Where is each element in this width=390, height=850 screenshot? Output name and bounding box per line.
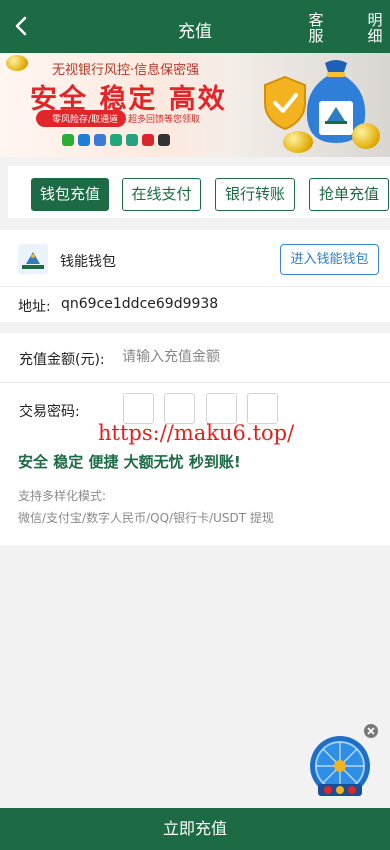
password-digit-box[interactable]: [206, 393, 237, 424]
usdt-icon: [126, 134, 138, 146]
slogan: 安全 稳定 便捷 大额无忧 秒到账!: [18, 453, 241, 471]
password-label: 交易密码:: [19, 404, 80, 420]
tab-grab-order-recharge[interactable]: 抢单充值: [309, 178, 389, 211]
wallet-card: 钱能钱包 进入钱能钱包 地址: qn69ce1ddce69d9938: [0, 230, 390, 322]
wallet-address: qn69ce1ddce69d9938: [61, 296, 219, 312]
recharge-form: 充值金额(元): 交易密码: https://maku6.top/ 安全 稳定 …: [0, 333, 390, 545]
wallet-logo: [18, 244, 48, 274]
payment-method-tabs: 钱包充值 在线支付 银行转账 抢单充值: [8, 166, 390, 218]
page-title: 充值: [178, 22, 212, 42]
password-digit-box[interactable]: [247, 393, 278, 424]
amount-input[interactable]: [122, 344, 372, 370]
coin-decoration: [352, 123, 380, 149]
coin-decoration: [283, 131, 313, 153]
coin-decoration: [6, 55, 28, 71]
unionpay-icon: [142, 134, 154, 146]
support-title: 支持多样化模式:: [18, 489, 107, 503]
close-icon[interactable]: [364, 724, 378, 738]
bank-card-icon: [94, 134, 106, 146]
lucky-wheel-float-button[interactable]: [304, 722, 380, 802]
alipay-icon: [78, 134, 90, 146]
divider: [0, 286, 390, 287]
tab-wallet-recharge[interactable]: 钱包充值: [31, 178, 109, 211]
top-nav-bar: 充值 客服 明细: [0, 0, 390, 53]
address-label: 地址:: [18, 299, 51, 315]
promo-banner[interactable]: 无视银行风控·信息保密强 安全 稳定 高效 零风险存/取通道 超多回馈等您领取: [0, 53, 390, 157]
support-methods: 微信/支付宝/数字人民币/QQ/银行卡/USDT 提现: [18, 511, 274, 525]
tab-online-payment[interactable]: 在线支付: [122, 178, 201, 211]
banner-tagline: 无视银行风控·信息保密强: [52, 63, 200, 78]
password-digit-box[interactable]: [164, 393, 195, 424]
ecny-icon: [110, 134, 122, 146]
password-digit-box[interactable]: [123, 393, 154, 424]
amount-label: 充值金额(元):: [19, 352, 105, 368]
qq-icon: [158, 134, 170, 146]
payment-app-icons: [62, 134, 170, 146]
details-link[interactable]: 明细: [364, 12, 386, 44]
banner-pill: 零风险存/取通道: [36, 110, 127, 127]
divider: [0, 382, 390, 383]
wallet-name: 钱能钱包: [60, 254, 116, 270]
banner-note: 超多回馈等您领取: [128, 115, 201, 125]
enter-wallet-button[interactable]: 进入钱能钱包: [280, 244, 379, 275]
tab-bank-transfer[interactable]: 银行转账: [215, 178, 295, 211]
customer-service-link[interactable]: 客服: [305, 12, 327, 44]
shield-check-icon: [264, 75, 306, 131]
submit-recharge-button[interactable]: 立即充值: [0, 808, 390, 850]
wechat-icon: [62, 134, 74, 146]
watermark-url: https://maku6.top/: [98, 421, 295, 445]
